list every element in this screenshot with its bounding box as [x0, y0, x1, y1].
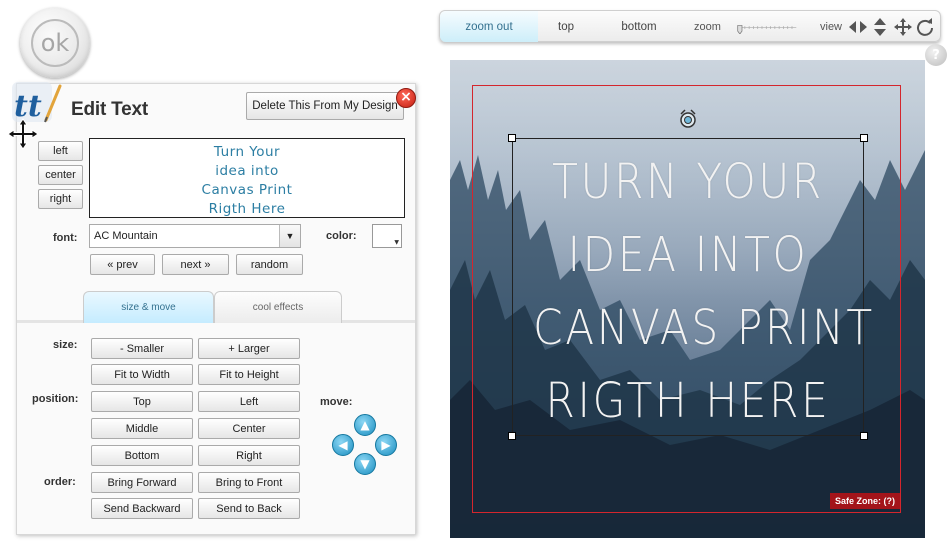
close-icon[interactable]: × — [396, 88, 416, 108]
color-picker[interactable]: ▼ — [372, 224, 402, 248]
prev-font-button[interactable]: « prev — [90, 254, 155, 275]
tab-cool-effects[interactable]: cool effects — [214, 291, 342, 323]
resize-handle-bottom-left[interactable] — [508, 432, 516, 440]
position-bottom-button[interactable]: Bottom — [91, 445, 193, 466]
position-middle-button[interactable]: Middle — [91, 418, 193, 439]
send-to-back-button[interactable]: Send to Back — [198, 498, 300, 519]
font-select[interactable]: AC Mountain ▼ — [89, 224, 301, 248]
font-label: font: — [53, 232, 78, 244]
pan-up-down-icon[interactable] — [870, 17, 890, 37]
send-backward-button[interactable]: Send Backward — [91, 498, 193, 519]
chevron-down-icon[interactable]: ▼ — [279, 225, 300, 247]
bring-to-front-button[interactable]: Bring to Front — [198, 472, 300, 493]
color-label: color: — [326, 230, 357, 242]
zoom-slider[interactable] — [726, 24, 808, 34]
zoom-label: zoom — [694, 21, 721, 33]
larger-button[interactable]: + Larger — [198, 338, 300, 359]
arrow-down-icon[interactable]: ▼ — [354, 453, 376, 475]
text-line: Turn Your — [213, 144, 281, 160]
align-center-button[interactable]: center — [38, 165, 83, 185]
position-right-button[interactable]: Right — [198, 445, 300, 466]
ok-button[interactable]: ok — [20, 8, 90, 78]
view-label: view — [820, 21, 843, 33]
editor-tabs: size & move cool effects — [17, 289, 415, 323]
help-icon[interactable]: ? — [925, 44, 947, 66]
move-cross-icon[interactable] — [6, 117, 40, 151]
canvas-text-line: idea into — [567, 227, 809, 283]
rotate-icon[interactable] — [915, 17, 935, 37]
position-label: position: — [32, 393, 79, 405]
canvas-text-line: Rigth Here — [545, 373, 831, 429]
safe-zone-label[interactable]: Safe Zone: (?) — [830, 493, 900, 509]
canvas-text-line: Canvas Print — [533, 300, 875, 356]
view-bottom-button[interactable]: bottom — [600, 11, 678, 42]
next-font-button[interactable]: next » — [162, 254, 229, 275]
tab-size-move[interactable]: size & move — [83, 291, 214, 323]
delete-from-design-button[interactable]: Delete This From My Design — [246, 92, 404, 120]
resize-handle-top-left[interactable] — [508, 134, 516, 142]
position-center-button[interactable]: Center — [198, 418, 300, 439]
align-left-button[interactable]: left — [38, 141, 83, 161]
move-arrow-pad: ▲ ◀ ▶ ▼ — [332, 414, 398, 475]
rotate-handle-icon[interactable] — [676, 107, 700, 131]
arrow-right-icon[interactable]: ▶ — [375, 434, 397, 456]
design-canvas[interactable]: Safe Zone: (?) Turn Your idea into Canva… — [450, 60, 925, 538]
zoom-out-button[interactable]: zoom out — [440, 11, 538, 42]
view-toolbar: zoom out top bottom zoom view — [439, 10, 941, 42]
arrow-left-icon[interactable]: ◀ — [332, 434, 354, 456]
chevron-down-icon: ▼ — [394, 239, 399, 246]
move-label: move: — [320, 396, 353, 408]
position-top-button[interactable]: Top — [91, 391, 193, 412]
position-left-button[interactable]: Left — [198, 391, 300, 412]
smaller-button[interactable]: - Smaller — [91, 338, 193, 359]
text-line: Rigth Here — [208, 201, 286, 217]
ok-button-label: ok — [31, 19, 79, 67]
align-right-button[interactable]: right — [38, 189, 83, 209]
size-label: size: — [53, 339, 78, 351]
order-label: order: — [44, 476, 76, 488]
text-line: idea into — [215, 163, 279, 179]
pan-left-right-icon[interactable] — [848, 17, 868, 37]
view-top-button[interactable]: top — [538, 11, 594, 42]
random-font-button[interactable]: random — [236, 254, 303, 275]
arrow-up-icon[interactable]: ▲ — [354, 414, 376, 436]
fit-to-height-button[interactable]: Fit to Height — [198, 364, 300, 385]
bring-forward-button[interactable]: Bring Forward — [91, 472, 193, 493]
panel-title: Edit Text — [71, 99, 149, 120]
pan-all-icon[interactable] — [893, 17, 913, 37]
resize-handle-top-right[interactable] — [860, 134, 868, 142]
edit-text-panel: Edit Text Delete This From My Design × l… — [16, 83, 416, 535]
fit-to-width-button[interactable]: Fit to Width — [91, 364, 193, 385]
canvas-text-line: Turn Your — [552, 154, 824, 210]
resize-handle-bottom-right[interactable] — [860, 432, 868, 440]
text-line: Canvas Print — [201, 182, 293, 198]
font-value: AC Mountain — [94, 230, 158, 242]
text-input-area[interactable]: Turn Your idea into Canvas Print Rigth H… — [89, 138, 405, 218]
canvas-text-block[interactable]: Turn Your idea into Canvas Print Rigth H… — [533, 146, 875, 438]
